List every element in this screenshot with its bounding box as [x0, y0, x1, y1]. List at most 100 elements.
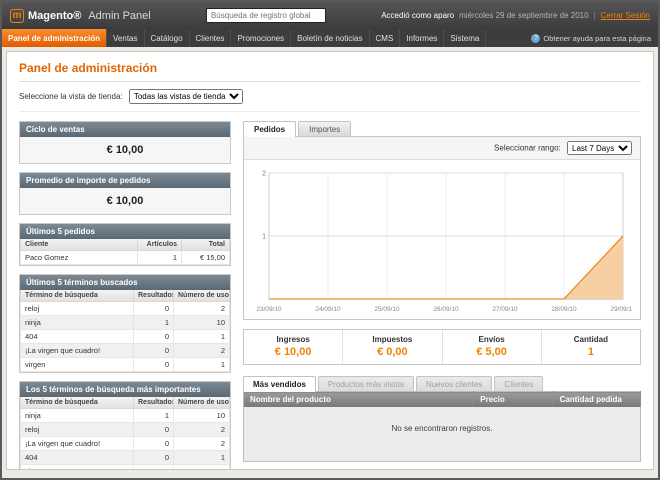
column-header: Nombre del producto: [244, 392, 474, 408]
table-cell: Paco Gomez: [21, 251, 138, 265]
column-header: Precio: [474, 392, 553, 408]
store-view-select[interactable]: Todas las vistas de tienda: [129, 89, 243, 104]
column-header: Cantidad pedida: [553, 392, 640, 408]
table-cell: virgen: [21, 358, 134, 372]
table-header-row: Nombre del producto Precio Cantidad pedi…: [244, 392, 641, 408]
nav-tab-boletin[interactable]: Boletín de noticias: [291, 29, 369, 47]
nav-tab-clientes[interactable]: Clientes: [190, 29, 232, 47]
total-ingresos: Ingresos € 10,00: [244, 330, 342, 364]
nav-tab-cms[interactable]: CMS: [370, 29, 401, 47]
svg-text:2: 2: [262, 171, 266, 178]
nav-tab-promociones[interactable]: Promociones: [231, 29, 291, 47]
svg-text:26/09/10: 26/09/10: [433, 306, 459, 313]
total-cantidad: Cantidad 1: [541, 330, 640, 364]
column-header: Resultados: [134, 397, 174, 409]
svg-text:23/09/10: 23/09/10: [256, 306, 282, 313]
global-search-input[interactable]: [206, 8, 326, 23]
range-select[interactable]: Last 7 Days: [567, 141, 632, 155]
help-icon: [531, 34, 540, 43]
stat-label: Ingresos: [244, 335, 342, 344]
column-header: Artículos: [138, 239, 182, 251]
product-name: Admin Panel: [88, 10, 150, 22]
nav-tab-dashboard[interactable]: Panel de administración: [2, 29, 107, 47]
logged-in-as: Accedió como aparo: [381, 11, 454, 20]
logout-link[interactable]: Cerrar Sesión: [601, 11, 650, 20]
empty-row: No se encontraron registros.: [244, 407, 641, 462]
nav-tab-informes[interactable]: Informes: [400, 29, 444, 47]
tab-mas-vendidos[interactable]: Más vendidos: [243, 376, 316, 392]
svg-text:29/09/10: 29/09/10: [610, 306, 632, 313]
table-cell: ninja: [21, 316, 134, 330]
average-orders-panel: Promedio de importe de pedidos € 10,00: [19, 172, 231, 215]
tab-nuevos-clientes[interactable]: Nuevos clientes: [416, 376, 492, 391]
help-label: Obtener ayuda para esta página: [543, 34, 651, 43]
dashboard-sidebar: Ciclo de ventas € 10,00 Promedio de impo…: [19, 121, 231, 470]
table-cell: 0: [134, 451, 174, 465]
table-cell: 0: [134, 330, 174, 344]
panel-title: Últimos 5 términos buscados: [20, 275, 230, 290]
column-header: Término de búsqueda: [21, 397, 134, 409]
totals-bar: Ingresos € 10,00 Impuestos € 0,00 Envíos…: [243, 329, 641, 365]
column-header: Número de usos: [174, 290, 230, 302]
store-view-label: Seleccione la vista de tienda:: [19, 92, 123, 101]
table-cell: ¡La virgen que cuadro!: [21, 437, 134, 451]
nav-tab-catalogo[interactable]: Catálogo: [145, 29, 190, 47]
table-row: ninja110: [21, 409, 230, 423]
page-title: Panel de administración: [19, 59, 641, 82]
tab-importes[interactable]: Importes: [298, 121, 351, 136]
table-cell: ninja: [21, 409, 134, 423]
table-cell: reloj: [21, 423, 134, 437]
nav-tab-sistema[interactable]: Sistema: [444, 29, 486, 47]
table-row: 40401: [21, 330, 230, 344]
products-grid: Nombre del producto Precio Cantidad pedi…: [243, 391, 641, 462]
table-cell: 1: [174, 451, 230, 465]
total-impuestos: Impuestos € 0,00: [342, 330, 441, 364]
column-header: Término de búsqueda: [21, 290, 134, 302]
table-row: ninja110: [21, 316, 230, 330]
table-row: ¡La virgen que cuadro!02: [21, 344, 230, 358]
top-search-terms-table: Término de búsqueda Resultados Número de…: [20, 397, 230, 470]
help-link[interactable]: Obtener ayuda para esta página: [524, 29, 658, 47]
nav-tab-ventas[interactable]: Ventas: [107, 29, 144, 47]
chart-tabs: Pedidos Importes: [243, 121, 641, 136]
separator: [594, 11, 596, 20]
top-search-terms-panel: Los 5 términos de búsqueda más important…: [19, 381, 231, 470]
range-selector-row: Seleccionar rango: Last 7 Days: [244, 137, 640, 160]
stat-label: Impuestos: [343, 335, 441, 344]
table-cell: 404: [21, 451, 134, 465]
svg-text:25/09/10: 25/09/10: [374, 306, 400, 313]
header: Magento® Admin Panel Accedió como aparo …: [2, 2, 658, 29]
stat-label: Envíos: [443, 335, 541, 344]
table-cell: 2: [174, 423, 230, 437]
table-cell: 1: [174, 465, 230, 471]
orders-chart-panel: Seleccionar rango: Last 7 Days 1223/09/1…: [243, 136, 641, 320]
tab-productos-mas-vistos[interactable]: Productos más vistos: [318, 376, 414, 391]
column-header: Cliente: [21, 239, 138, 251]
table-cell: 1: [134, 316, 174, 330]
stat-value: € 5,00: [443, 346, 541, 358]
table-row: ¡La virgen que cuadro!02: [21, 437, 230, 451]
column-header: Resultados: [134, 290, 174, 302]
dashboard-columns: Ciclo de ventas € 10,00 Promedio de impo…: [19, 121, 641, 470]
stat-value: € 10,00: [244, 346, 342, 358]
svg-text:24/09/10: 24/09/10: [315, 306, 341, 313]
global-search: [159, 8, 374, 23]
tab-pedidos[interactable]: Pedidos: [243, 121, 296, 137]
range-label: Seleccionar rango:: [494, 144, 561, 153]
header-user-info: Accedió como aparo miércoles 29 de septi…: [381, 11, 650, 20]
brand-name: Magento®: [28, 10, 81, 22]
last-search-terms-panel: Últimos 5 términos buscados Término de b…: [19, 274, 231, 373]
table-cell: 0: [134, 423, 174, 437]
table-cell: ¡La virgen que cuadro!: [21, 344, 134, 358]
table-cell: 1: [138, 251, 182, 265]
table-cell: 10: [174, 316, 230, 330]
table-cell: reloj: [21, 302, 134, 316]
table-cell: 1: [174, 358, 230, 372]
table-cell: 2: [174, 344, 230, 358]
tab-clientes[interactable]: Clientes: [494, 376, 543, 391]
average-orders-value: € 10,00: [20, 188, 230, 214]
panel-title: Últimos 5 pedidos: [20, 224, 230, 239]
column-header: Total: [182, 239, 230, 251]
table-header-row: Término de búsqueda Resultados Número de…: [21, 290, 230, 302]
table-cell: 404: [21, 330, 134, 344]
